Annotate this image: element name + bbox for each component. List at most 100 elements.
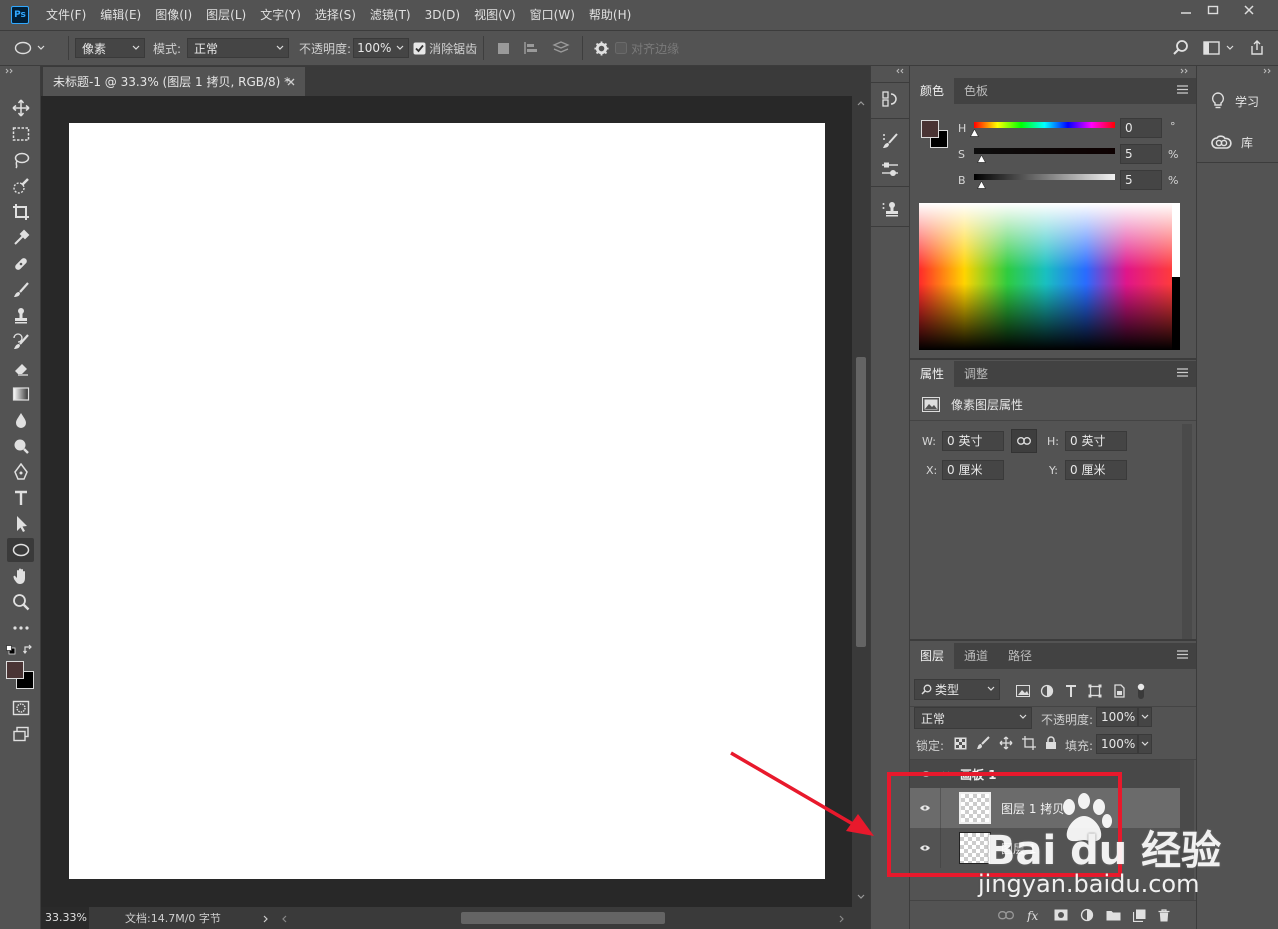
tool-preset-picker[interactable]: [14, 41, 62, 55]
menu-item[interactable]: 3D(D): [418, 0, 467, 30]
scroll-down-icon[interactable]: [857, 894, 865, 900]
hand-tool[interactable]: [7, 564, 34, 588]
menu-item[interactable]: 滤镜(T): [363, 0, 418, 30]
zoom-level[interactable]: 33.33%: [41, 907, 89, 929]
antialias-checkbox[interactable]: 消除锯齿: [413, 40, 477, 57]
path-alignment-button[interactable]: [516, 41, 546, 55]
shape-mode-select[interactable]: 像素: [75, 38, 145, 58]
tab-paths[interactable]: 路径: [998, 643, 1042, 669]
spectrum-black-bar[interactable]: [1172, 277, 1180, 350]
layers-scrollbar[interactable]: [1180, 760, 1194, 900]
expand-panels-icon[interactable]: [895, 68, 905, 74]
opacity-input[interactable]: 100%: [353, 38, 410, 58]
path-arrangement-button[interactable]: [546, 40, 576, 56]
ellipse-tool[interactable]: [7, 538, 34, 562]
restore-button[interactable]: [1197, 0, 1229, 20]
width-input[interactable]: 0 英寸: [942, 431, 1004, 451]
chevron-down-icon[interactable]: [942, 771, 950, 777]
y-input[interactable]: 0 厘米: [1065, 460, 1127, 480]
x-input[interactable]: 0 厘米: [942, 460, 1004, 480]
slider-handle-icon[interactable]: [970, 129, 979, 137]
tab-channels[interactable]: 通道: [954, 643, 998, 669]
blend-mode-select[interactable]: 正常: [187, 38, 290, 58]
saturation-input[interactable]: 5: [1120, 144, 1162, 164]
edit-toolbar-button[interactable]: [7, 616, 34, 640]
menu-item[interactable]: 视图(V): [467, 0, 523, 30]
filter-pixel-icon[interactable]: [1016, 685, 1030, 697]
adjustment-presets-panel-button[interactable]: [881, 160, 899, 178]
zoom-tool[interactable]: [7, 590, 34, 614]
lock-all-icon[interactable]: [1045, 736, 1057, 750]
layer-blend-mode-select[interactable]: 正常: [914, 707, 1032, 729]
quick-mask-button[interactable]: [7, 696, 34, 720]
layer-opacity-dropdown[interactable]: [1138, 707, 1152, 727]
align-edges-checkbox[interactable]: 对齐边缘: [615, 40, 679, 57]
menu-item[interactable]: 窗口(W): [523, 0, 582, 30]
tab-layers[interactable]: 图层: [910, 643, 955, 669]
spectrum-white-bar[interactable]: [1172, 203, 1180, 277]
layer-row[interactable]: 图层 1: [910, 828, 1180, 868]
menu-item[interactable]: 文件(F): [39, 0, 93, 30]
tab-adjustments[interactable]: 调整: [954, 361, 998, 387]
blur-tool[interactable]: [7, 408, 34, 432]
lock-pixels-icon[interactable]: [976, 736, 990, 750]
share-button[interactable]: [1249, 39, 1265, 56]
artboard-group-row[interactable]: 画板 1: [910, 760, 1180, 788]
default-colors-button[interactable]: [6, 645, 16, 655]
horizontal-scroll-thumb[interactable]: [461, 912, 665, 924]
lock-artboard-icon[interactable]: [1022, 736, 1036, 750]
settings-button[interactable]: [589, 40, 613, 56]
brush-tool[interactable]: [7, 278, 34, 302]
panel-menu-icon[interactable]: [1177, 650, 1188, 659]
filter-type-icon[interactable]: [1064, 684, 1078, 698]
slider-handle-icon[interactable]: [977, 181, 986, 189]
history-panel-button[interactable]: [881, 90, 899, 108]
collapse-dock-icon[interactable]: [1263, 68, 1273, 74]
lock-transparent-icon[interactable]: [954, 737, 967, 750]
layer-opacity-input[interactable]: 100%: [1096, 707, 1138, 727]
group-folder-icon[interactable]: [1106, 909, 1121, 921]
history-brush-tool[interactable]: [7, 330, 34, 354]
panel-menu-icon[interactable]: [1177, 368, 1188, 377]
visibility-eye-icon[interactable]: [919, 844, 931, 852]
move-tool[interactable]: [7, 96, 34, 120]
scroll-left-icon[interactable]: [281, 915, 287, 923]
tab-properties[interactable]: 属性: [910, 361, 955, 387]
fill-dropdown[interactable]: [1138, 734, 1152, 754]
document-tab[interactable]: 未标题-1 @ 33.3% (图层 1 拷贝, RGB/8) *: [43, 67, 305, 96]
workspace-switcher[interactable]: [1203, 41, 1234, 55]
height-input[interactable]: 0 英寸: [1065, 431, 1127, 451]
brightness-input[interactable]: 5: [1120, 170, 1162, 190]
layer-row-selected[interactable]: 图层 1 拷贝: [910, 788, 1180, 828]
new-layer-icon[interactable]: [1133, 909, 1146, 922]
scroll-right-icon[interactable]: [839, 915, 845, 923]
saturation-slider[interactable]: [974, 148, 1115, 154]
menu-item[interactable]: 选择(S): [308, 0, 363, 30]
status-menu-chevron-icon[interactable]: [263, 915, 269, 923]
tab-swatches[interactable]: 色板: [954, 78, 998, 104]
filter-toggle-icon[interactable]: [1136, 682, 1146, 700]
screen-mode-button[interactable]: [7, 722, 34, 746]
search-button[interactable]: [1172, 39, 1190, 57]
eyedropper-tool[interactable]: [7, 226, 34, 250]
gradient-tool[interactable]: [7, 382, 34, 406]
fill-input[interactable]: 100%: [1096, 734, 1138, 754]
rectangular-marquee-tool[interactable]: [7, 122, 34, 146]
brush-settings-panel-button[interactable]: [881, 132, 899, 150]
clone-stamp-tool[interactable]: [7, 304, 34, 328]
add-mask-icon[interactable]: [1054, 909, 1068, 921]
link-dimensions-button[interactable]: [1011, 429, 1037, 453]
menu-item[interactable]: 帮助(H): [582, 0, 638, 30]
tab-color[interactable]: 颜色: [910, 78, 955, 104]
scroll-up-icon[interactable]: [857, 100, 865, 106]
hue-input[interactable]: 0: [1120, 118, 1162, 138]
lock-position-icon[interactable]: [999, 736, 1013, 750]
layer-style-fx-icon[interactable]: fx: [1026, 909, 1042, 922]
swap-colors-button[interactable]: [23, 644, 34, 655]
pen-tool[interactable]: [7, 460, 34, 484]
collapse-dock-icon[interactable]: [1180, 68, 1190, 74]
path-operations-button[interactable]: [490, 42, 516, 55]
canvas-area[interactable]: [41, 96, 852, 907]
menu-item[interactable]: 文字(Y): [253, 0, 308, 30]
lasso-tool[interactable]: [7, 148, 34, 172]
